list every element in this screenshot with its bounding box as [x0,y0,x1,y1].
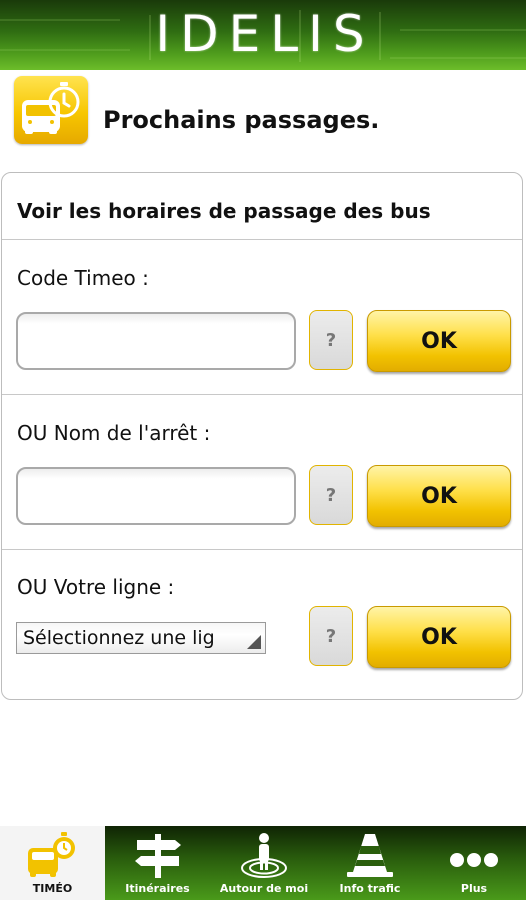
line-ok-button[interactable]: OK [367,606,511,668]
nav-label-itineraires: Itinéraires [125,882,190,895]
bus-clock-icon [26,830,80,883]
nav-label-timeo: TIMÉO [32,882,73,895]
bottom-nav: TIMÉO Itinéraires Autour de moi Info tra… [0,826,526,900]
stop-name-input[interactable] [16,467,296,525]
section-stop-name: OU Nom de l'arrêt : ? OK [2,395,522,550]
line-label: OU Votre ligne : [17,575,175,599]
app-header: IDELIS [0,0,526,70]
stop-name-help-button[interactable]: ? [309,465,353,525]
traffic-cone-icon [343,830,397,883]
stop-name-label: OU Nom de l'arrêt : [17,421,211,445]
nav-item-timeo[interactable]: TIMÉO [0,826,105,900]
bus-clock-icon [14,76,88,144]
line-select[interactable]: Sélectionnez une lig [16,622,266,654]
card-heading: Voir les horaires de passage des bus [17,199,431,223]
stop-name-ok-button[interactable]: OK [367,465,511,527]
page-title: Prochains passages. [103,106,380,134]
nav-label-autour-de-moi: Autour de moi [219,882,309,895]
code-timeo-input[interactable] [16,312,296,370]
nav-item-itineraires[interactable]: Itinéraires [105,826,210,900]
code-timeo-ok-button[interactable]: OK [367,310,511,372]
nav-item-autour-de-moi[interactable]: Autour de moi [210,826,318,900]
code-timeo-help-button[interactable]: ? [309,310,353,370]
line-select-value: Sélectionnez une lig [23,627,215,649]
section-line: OU Votre ligne : Sélectionnez une lig ? … [2,550,522,700]
person-location-icon [237,830,291,883]
more-dots-icon [447,830,501,883]
nav-item-plus[interactable]: Plus [422,826,526,900]
code-timeo-label: Code Timeo : [17,266,149,290]
page-title-row: Prochains passages. [0,70,526,170]
card-header: Voir les horaires de passage des bus [2,173,522,240]
bus-schedule-card: Voir les horaires de passage des bus Cod… [1,172,523,700]
dropdown-arrow-icon [247,635,261,649]
nav-label-plus: Plus [460,882,488,895]
signpost-icon [131,830,185,883]
nav-label-info-trafic: Info trafic [339,882,401,895]
nav-item-info-trafic[interactable]: Info trafic [318,826,422,900]
line-help-button[interactable]: ? [309,606,353,666]
section-code-timeo: Code Timeo : ? OK [2,240,522,395]
idelis-logo: IDELIS [155,5,375,63]
